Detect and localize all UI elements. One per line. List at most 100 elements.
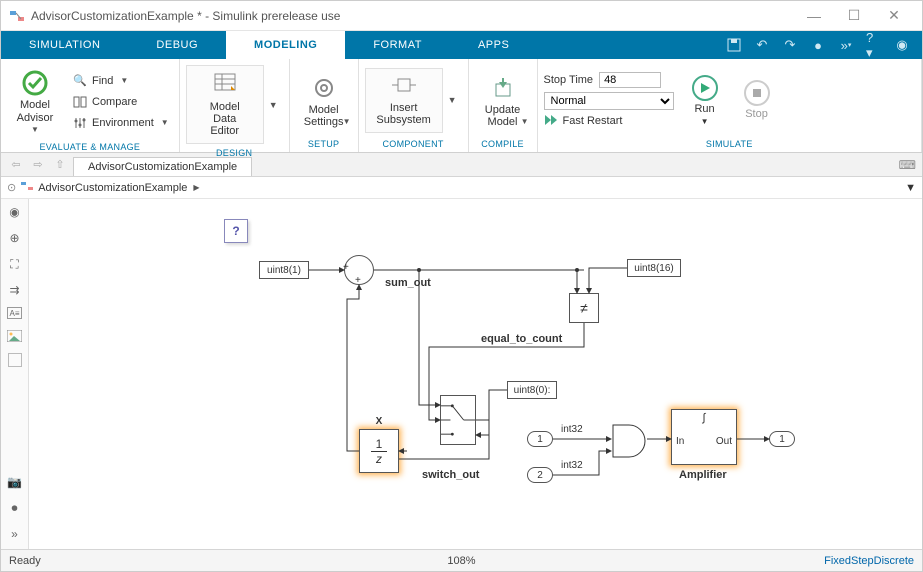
dot-icon[interactable]: ● — [810, 37, 826, 53]
section-compile: Update Model ▼ COMPILE — [469, 59, 538, 152]
undo-icon[interactable]: ↶ — [754, 37, 770, 53]
save-icon[interactable] — [726, 37, 742, 53]
window-controls: — ☐ ✕ — [794, 2, 914, 30]
search-icon: 🔍 — [73, 74, 87, 88]
stop-time-label: Stop Time — [544, 74, 594, 86]
model-advisor-label: Model Advisor — [17, 99, 54, 124]
section-component: Insert Subsystem ▼ COMPONENT — [359, 59, 469, 152]
hide-browser-icon[interactable]: ◉ — [6, 203, 24, 221]
palette-toolbar: ◉ ⊕ ⛶ ⇉ A≡ 📷 ⏺ » — [1, 199, 29, 549]
expand-icon[interactable]: »▾ — [838, 37, 854, 53]
model-icon — [20, 180, 34, 195]
path-chevron-icon[interactable]: ▶ — [193, 183, 199, 192]
section-evaluate: Model Advisor ▼ 🔍Find▼ Compare Environme… — [1, 59, 180, 152]
constant-uint8-16[interactable]: uint8(16) — [627, 259, 681, 277]
normal-view-icon[interactable]: ⇉ — [6, 281, 24, 299]
find-button[interactable]: 🔍Find▼ — [69, 72, 173, 90]
toolstrip-tabs: SIMULATION DEBUG MODELING FORMAT APPS ↶ … — [1, 31, 922, 59]
section-setup: Model Settings ▼ SETUP — [290, 59, 359, 152]
status-zoom[interactable]: 108% — [447, 555, 475, 567]
stop-time-input[interactable] — [599, 72, 661, 88]
model-advisor-button[interactable]: Model Advisor ▼ — [7, 65, 63, 138]
constant-uint8-1[interactable]: uint8(1) — [259, 261, 309, 279]
gear-icon[interactable]: ◉ — [894, 37, 910, 53]
help-block[interactable]: ? — [224, 219, 248, 243]
tab-modeling[interactable]: MODELING — [226, 31, 345, 59]
section-simulate-label: SIMULATE — [542, 137, 917, 152]
section-setup-label: SETUP — [294, 137, 354, 152]
stop-icon — [744, 80, 770, 106]
expand-right-icon[interactable]: » — [6, 525, 24, 543]
relational-operator-block[interactable]: ≠ — [569, 293, 599, 323]
amp-in-label: In — [676, 436, 684, 447]
section-evaluate-label: EVALUATE & MANAGE — [5, 140, 175, 155]
sliders-icon — [73, 116, 87, 130]
model-tab[interactable]: AdvisorCustomizationExample — [73, 157, 252, 176]
design-gallery-dropdown[interactable]: ▼ — [264, 65, 283, 144]
delay-x-label: X — [376, 416, 383, 427]
inport-2[interactable]: 2 — [527, 467, 553, 483]
nav-up[interactable]: ⇧ — [51, 156, 69, 174]
compare-icon — [73, 95, 87, 109]
fast-restart-button[interactable]: Fast Restart — [544, 114, 674, 129]
section-simulate: Stop Time Normal Fast Restart Run ▼ Stop — [538, 59, 922, 152]
equal-to-count-label: equal_to_count — [481, 333, 562, 345]
sum-out-label: sum_out — [385, 277, 431, 289]
gear-icon — [310, 74, 338, 102]
keyboard-icon[interactable]: ⌨ — [899, 158, 916, 172]
section-design: Model Data Editor ▼ DESIGN — [180, 59, 290, 152]
help-icon[interactable]: ? ▾ — [866, 37, 882, 53]
nav-fwd[interactable]: ⇨ — [29, 156, 47, 174]
pin-icon[interactable]: ⊙ — [7, 181, 16, 194]
sum-block[interactable]: + + — [344, 255, 374, 285]
model-path-text[interactable]: AdvisorCustomizationExample — [38, 182, 187, 194]
zoom-in-icon[interactable]: ⊕ — [6, 229, 24, 247]
redo-icon[interactable]: ↷ — [782, 37, 798, 53]
model-settings-button[interactable]: Model Settings ▼ — [296, 70, 352, 130]
model-canvas[interactable]: ? uint8(1) uint8(16) uint8(0): + + sum_o… — [29, 199, 922, 549]
insert-subsystem-button[interactable]: Insert Subsystem — [365, 68, 443, 133]
int32-label-2: int32 — [561, 460, 583, 471]
amplifier-block[interactable]: ∫ In Out — [671, 409, 737, 465]
stop-button[interactable]: Stop — [736, 76, 778, 124]
hide-toolstrip-icon[interactable]: ▼ — [905, 182, 916, 194]
update-icon — [489, 74, 517, 102]
main-area: ◉ ⊕ ⛶ ⇉ A≡ 📷 ⏺ » ? uint8(1) uint8(16) ui… — [1, 199, 922, 549]
tab-apps[interactable]: APPS — [450, 31, 537, 59]
simulation-mode-select[interactable]: Normal — [544, 92, 674, 110]
record-icon[interactable]: ⏺ — [6, 499, 24, 517]
compare-button[interactable]: Compare — [69, 93, 173, 111]
amp-out-label: Out — [716, 436, 732, 447]
inport-1[interactable]: 1 — [527, 431, 553, 447]
viewmark-icon[interactable] — [8, 353, 22, 367]
section-compile-label: COMPILE — [473, 137, 533, 152]
status-solver[interactable]: FixedStepDiscrete — [824, 555, 914, 567]
screenshot-icon[interactable]: 📷 — [6, 473, 24, 491]
fit-icon[interactable]: ⛶ — [6, 255, 24, 273]
model-data-editor-button[interactable]: Model Data Editor — [186, 65, 264, 144]
environment-button[interactable]: Environment▼ — [69, 114, 173, 132]
tab-debug[interactable]: DEBUG — [128, 31, 226, 59]
maximize-button[interactable]: ☐ — [834, 2, 874, 30]
constant-uint8-0[interactable]: uint8(0): — [507, 381, 557, 399]
status-ready: Ready — [9, 555, 41, 567]
model-browser-tabs: ⇦ ⇨ ⇧ AdvisorCustomizationExample ⌨ — [1, 153, 922, 177]
section-component-label: COMPONENT — [363, 137, 464, 152]
minimize-button[interactable]: — — [794, 2, 834, 30]
run-button[interactable]: Run ▼ — [684, 71, 726, 130]
unit-delay-block[interactable]: X 1 z — [359, 429, 399, 473]
switch-block[interactable] — [440, 395, 476, 445]
image-icon[interactable] — [6, 327, 24, 345]
component-gallery-dropdown[interactable]: ▼ — [443, 68, 462, 133]
title-bar: AdvisorCustomizationExample * - Simulink… — [1, 1, 922, 31]
outport-1[interactable]: 1 — [769, 431, 795, 447]
tab-format[interactable]: FORMAT — [345, 31, 450, 59]
tab-simulation[interactable]: SIMULATION — [1, 31, 128, 59]
model-data-editor-icon — [213, 72, 237, 97]
close-button[interactable]: ✕ — [874, 2, 914, 30]
and-gate-block[interactable] — [611, 423, 647, 459]
model-path-bar: ⊙ AdvisorCustomizationExample ▶ ▼ — [1, 177, 922, 199]
update-model-button[interactable]: Update Model ▼ — [475, 70, 531, 130]
nav-back[interactable]: ⇦ — [7, 156, 25, 174]
annotation-icon[interactable]: A≡ — [7, 307, 22, 319]
